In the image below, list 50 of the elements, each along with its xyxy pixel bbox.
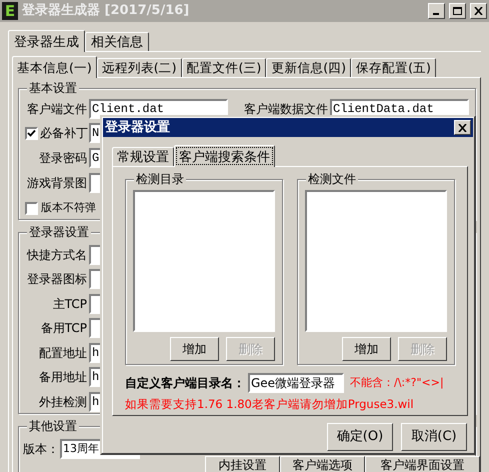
checkbox-label: 版本不符弹 — [41, 200, 96, 216]
field-label: 备用TCP — [40, 320, 87, 337]
tab[interactable]: 常规设置 — [112, 147, 174, 166]
tab[interactable]: 配置文件(三) — [182, 58, 266, 77]
button[interactable]: 增加 — [342, 337, 391, 361]
field-label: 客户端数据文件 — [244, 101, 328, 118]
input-field[interactable]: Gee微端登录器 — [248, 373, 344, 393]
group-title: 检测目录 — [134, 171, 186, 187]
field-label: 客户端文件 — [26, 101, 87, 118]
group-title: 其他设置 — [27, 418, 79, 434]
list-box[interactable] — [133, 190, 275, 332]
close-icon[interactable] — [454, 120, 471, 135]
dialog-title: 登录器设置 — [105, 118, 171, 137]
button[interactable]: 客户端界面设置 — [365, 456, 480, 472]
button[interactable]: 客户端选项 — [280, 456, 365, 472]
note-text: 如果需要支持1.76 1.80老客户端请勿增加Prguse3.wil — [125, 396, 415, 413]
group-title: 基本设置 — [27, 80, 79, 96]
button[interactable]: 内挂设置 — [205, 456, 280, 472]
field-label: 登录器图标 — [26, 271, 87, 288]
window-title: 登录器生成器 [2017/5/16] — [22, 2, 190, 20]
field-label: 主TCP — [52, 296, 87, 312]
tab[interactable]: 相关信息 — [85, 32, 149, 51]
field-label: 外挂检测 — [38, 394, 87, 410]
field-label: 备用地址 — [38, 369, 87, 386]
tab[interactable]: 客户端搜索条件 — [174, 145, 275, 167]
field-label: 必备补丁 — [40, 125, 87, 142]
button[interactable]: 确定(O) — [327, 423, 393, 451]
group-title: 登录器设置 — [27, 224, 91, 240]
close-icon[interactable] — [470, 3, 487, 19]
button[interactable]: 增加 — [170, 337, 219, 361]
tab[interactable]: 更新信息(四) — [266, 58, 352, 77]
app-icon: E — [2, 2, 18, 20]
field-label: 登录密码 — [38, 150, 87, 167]
checkbox[interactable] — [25, 202, 38, 214]
group-title: 检测文件 — [306, 171, 358, 187]
field-label: 版本： — [23, 441, 59, 458]
field-label: 自定义客户端目录名： — [125, 375, 245, 392]
list-box[interactable] — [305, 190, 447, 332]
field-label: 快捷方式名 — [26, 246, 87, 264]
button[interactable]: 取消(C) — [401, 423, 467, 451]
tab[interactable]: 远程列表(二) — [96, 58, 182, 77]
field-label: 配置地址 — [38, 344, 87, 362]
maximize-icon[interactable] — [449, 3, 466, 19]
warning-text: 不能含：/\:*?"<>| — [350, 374, 444, 391]
field-label: 游戏背景图 — [26, 175, 87, 192]
minimize-icon[interactable] — [428, 3, 445, 19]
checkbox[interactable] — [25, 126, 38, 140]
tab[interactable]: 保存配置(五) — [351, 58, 436, 77]
tab[interactable]: 基本信息(一) — [12, 56, 97, 78]
tab[interactable]: 登录器生成 — [8, 30, 85, 52]
